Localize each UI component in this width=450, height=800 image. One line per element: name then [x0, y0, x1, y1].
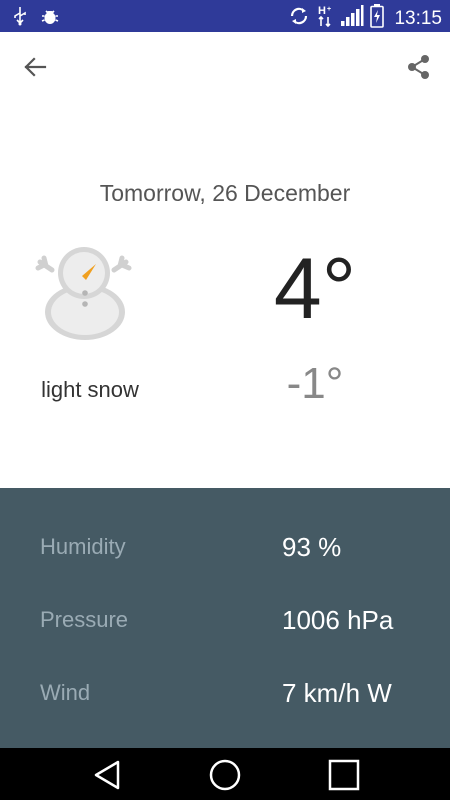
- share-icon: [408, 55, 429, 79]
- sync-icon: [288, 5, 310, 32]
- humidity-value: 93 %: [282, 532, 342, 562]
- snowman-icon: [34, 238, 134, 348]
- temp-high: 4°: [273, 241, 357, 337]
- pressure-label: Pressure: [40, 607, 129, 632]
- status-bar: H + 13:15: [0, 0, 450, 32]
- detail-row-wind: Wind 7 km/h W: [0, 678, 450, 720]
- share-button[interactable]: [404, 52, 434, 82]
- forecast-date: Tomorrow, 26 December: [99, 180, 351, 206]
- nav-back-button[interactable]: [90, 758, 124, 792]
- nav-recents-button[interactable]: [327, 758, 361, 792]
- wind-label: Wind: [40, 680, 91, 705]
- home-circle-icon: [209, 759, 241, 791]
- details-panel: Humidity 93 % Pressure 1006 hPa Wind 7 k…: [0, 488, 450, 748]
- navigation-bar: [0, 748, 450, 800]
- svg-text:H: H: [318, 5, 326, 17]
- condition-label: light snow: [41, 377, 139, 402]
- pressure-value: 1006 hPa: [282, 605, 394, 635]
- detail-row-humidity: Humidity 93 %: [0, 532, 450, 574]
- back-button[interactable]: [20, 52, 50, 82]
- detail-row-pressure: Pressure 1006 hPa: [0, 605, 450, 647]
- status-left-icons: [12, 6, 60, 31]
- status-time: 13:15: [394, 7, 442, 29]
- svg-text:+: +: [327, 6, 331, 13]
- recents-square-icon: [328, 759, 360, 791]
- temp-low: -1°: [286, 359, 344, 408]
- arrow-back-icon: [24, 57, 47, 77]
- usb-icon: [12, 6, 28, 31]
- back-triangle-icon: [94, 760, 120, 790]
- signal-icon: [340, 5, 364, 32]
- battery-icon: [370, 4, 385, 33]
- data-hplus-icon: H +: [316, 4, 334, 33]
- wind-value: 7 km/h W: [282, 678, 392, 708]
- nav-home-button[interactable]: [208, 758, 242, 792]
- bug-icon: [40, 6, 60, 31]
- status-right-icons: H + 13:15: [288, 4, 442, 33]
- humidity-label: Humidity: [40, 534, 126, 559]
